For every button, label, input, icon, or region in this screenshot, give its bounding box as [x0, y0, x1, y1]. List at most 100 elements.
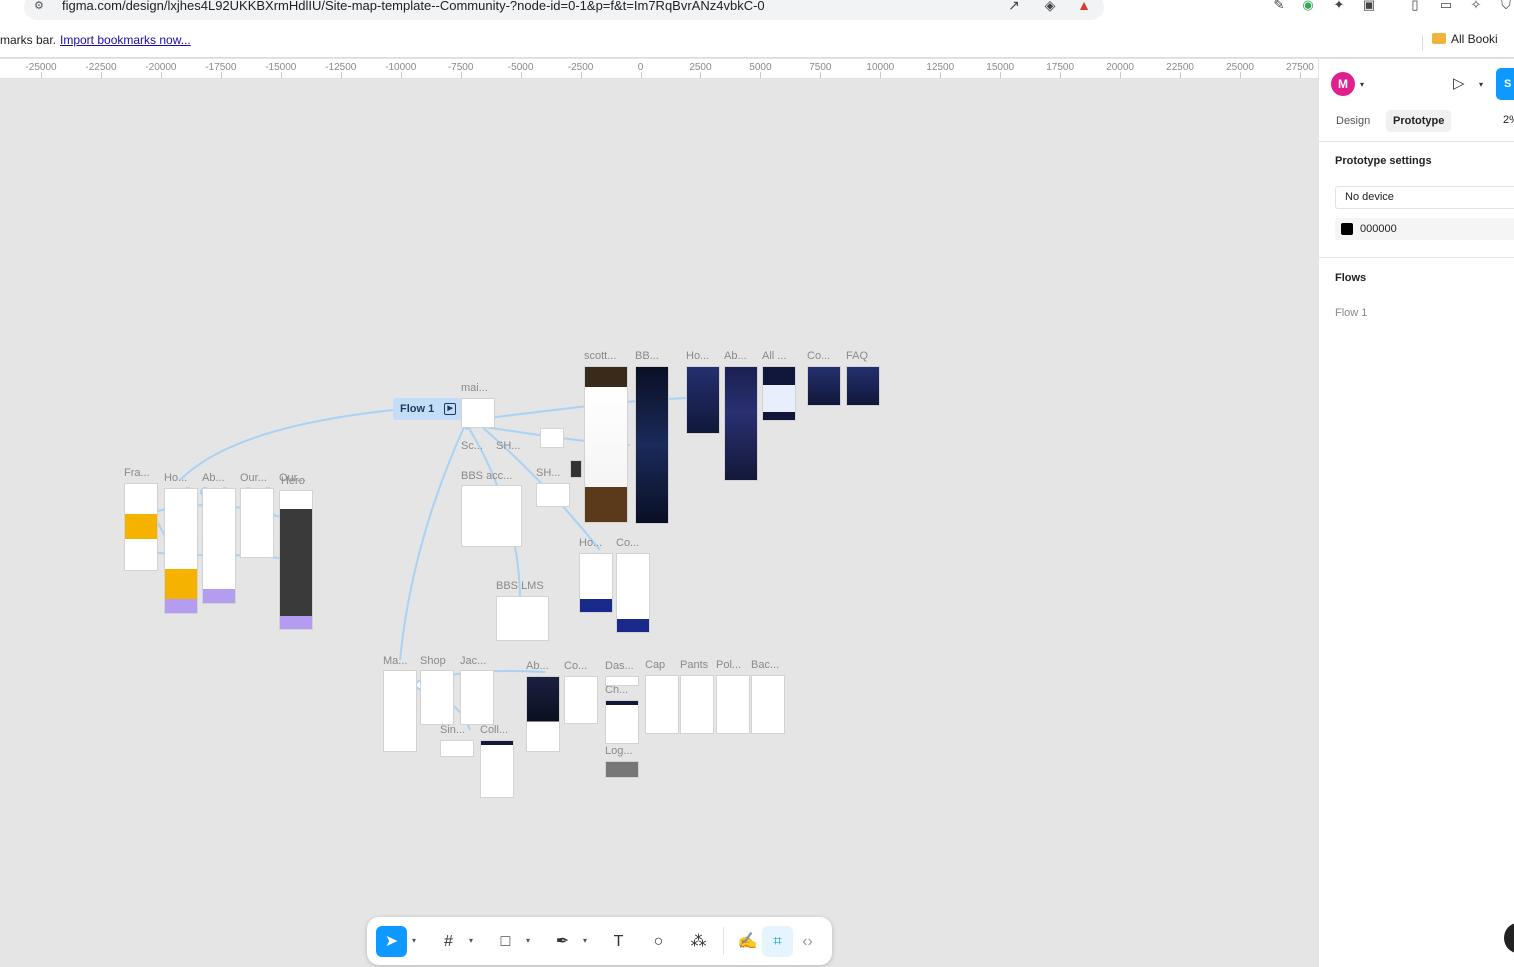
- frame-thumbnail[interactable]: [605, 700, 639, 744]
- frame-thumbnail[interactable]: [279, 490, 313, 630]
- vpn-shield-icon[interactable]: ⛉: [1498, 0, 1514, 13]
- frame-thumbnail[interactable]: [605, 676, 639, 686]
- frame-label[interactable]: Ab...: [526, 660, 549, 672]
- frame-label[interactable]: Co...: [616, 537, 639, 549]
- android-extension-icon[interactable]: ◉: [1300, 0, 1316, 13]
- share-button[interactable]: S: [1496, 68, 1514, 100]
- color-swatch[interactable]: [1341, 223, 1353, 235]
- draw-mode-icon[interactable]: ✍: [732, 926, 763, 957]
- frame-label[interactable]: Das...: [605, 660, 634, 672]
- chevron-down-icon[interactable]: ▾: [526, 936, 530, 945]
- frame-label[interactable]: Our...: [240, 472, 267, 484]
- text-tool-icon[interactable]: T: [603, 926, 634, 957]
- site-settings-icon[interactable]: ⚙: [34, 0, 44, 12]
- background-color-field[interactable]: 000000: [1335, 218, 1514, 240]
- frame-label[interactable]: Sin...: [440, 724, 465, 736]
- frame-label[interactable]: All ...: [762, 350, 786, 362]
- present-play-icon[interactable]: ▷: [1453, 74, 1465, 92]
- frame-label[interactable]: Ho...: [164, 472, 187, 484]
- frame-thumbnail[interactable]: [751, 675, 785, 734]
- import-bookmarks-link[interactable]: Import bookmarks now...: [60, 33, 191, 47]
- frame-thumbnail[interactable]: [420, 670, 454, 725]
- frame-label[interactable]: Ma...: [383, 655, 407, 667]
- background-color-hex[interactable]: 000000: [1360, 223, 1397, 235]
- frame-thumbnail[interactable]: [526, 676, 560, 752]
- frame-label[interactable]: Co...: [807, 350, 830, 362]
- brave-shield-icon[interactable]: ◈: [1042, 0, 1058, 13]
- frame-label[interactable]: Pants: [680, 659, 708, 671]
- present-flow-icon[interactable]: ▶: [444, 403, 457, 415]
- frame-thumbnail[interactable]: [383, 670, 417, 752]
- frame-label[interactable]: Co...: [564, 660, 587, 672]
- tab-design[interactable]: Design: [1329, 110, 1377, 132]
- frame-label[interactable]: BB...: [635, 350, 659, 362]
- frame-thumbnail[interactable]: [480, 740, 514, 798]
- help-button[interactable]: [1504, 923, 1514, 953]
- sidebar-icon[interactable]: ▯: [1407, 0, 1423, 13]
- frame-label[interactable]: Log...: [605, 745, 633, 757]
- flow-list-item[interactable]: Flow 1: [1335, 307, 1367, 319]
- chevron-down-icon[interactable]: ▾: [1360, 80, 1364, 89]
- frame-label[interactable]: mai...: [461, 382, 488, 394]
- frame-thumbnail[interactable]: [807, 366, 841, 406]
- frame-label[interactable]: Ho...: [686, 350, 709, 362]
- frame-label[interactable]: Hero: [281, 475, 305, 487]
- flow-starting-point-tag[interactable]: Flow 1 ▶: [393, 398, 463, 420]
- frame-thumbnail[interactable]: [846, 366, 880, 406]
- frame-thumbnail[interactable]: [616, 553, 650, 633]
- frame-thumbnail[interactable]: [724, 366, 758, 481]
- pen-extension-icon[interactable]: ✎: [1271, 0, 1287, 13]
- frame-label[interactable]: Pol...: [716, 659, 741, 671]
- zoom-level[interactable]: 2%: [1503, 114, 1514, 126]
- frame-label[interactable]: Shop: [420, 655, 446, 667]
- frame-label[interactable]: Coll...: [480, 724, 508, 736]
- frame-thumbnail[interactable]: [461, 485, 522, 547]
- dev-mode-icon[interactable]: ‹›: [792, 926, 823, 957]
- screenshot-extension-icon[interactable]: ▣: [1361, 0, 1377, 13]
- move-tool-icon[interactable]: ➤: [376, 926, 407, 957]
- frame-label[interactable]: Ab...: [202, 472, 225, 484]
- chevron-down-icon[interactable]: ▾: [583, 936, 587, 945]
- frame-label[interactable]: scott...: [584, 350, 616, 362]
- tab-prototype[interactable]: Prototype: [1386, 110, 1452, 132]
- frame-label[interactable]: FAQ: [846, 350, 868, 362]
- frame-thumbnail[interactable]: [564, 676, 598, 724]
- share-page-icon[interactable]: ↗: [1006, 0, 1022, 13]
- frame-thumbnail[interactable]: [460, 670, 494, 725]
- frame-thumbnail[interactable]: [496, 596, 549, 641]
- frame-thumbnail[interactable]: [461, 398, 495, 428]
- rectangle-tool-icon[interactable]: □: [490, 926, 521, 957]
- frame-label[interactable]: BBS acc...: [461, 470, 512, 482]
- wallet-icon[interactable]: ▭: [1438, 0, 1454, 13]
- frame-label[interactable]: Bac...: [751, 659, 779, 671]
- user-avatar[interactable]: M: [1331, 72, 1355, 96]
- frame-label[interactable]: Cap: [645, 659, 665, 671]
- chevron-down-icon[interactable]: ▾: [1479, 80, 1483, 89]
- frame-label[interactable]: BBS LMS: [496, 580, 544, 592]
- comment-tool-icon[interactable]: ○: [643, 926, 674, 957]
- sparkle-icon[interactable]: ✧: [1468, 0, 1484, 13]
- design-canvas[interactable]: Flow 1 ▶ scott... BB... Ho... Ab... All .…: [0, 80, 1318, 967]
- frame-label[interactable]: Ho...: [579, 537, 602, 549]
- pen-tool-icon[interactable]: ✒: [547, 926, 578, 957]
- frame-label[interactable]: SH...: [536, 467, 560, 479]
- frame-tool-icon[interactable]: #: [433, 926, 464, 957]
- frame-thumbnail[interactable]: [680, 675, 714, 734]
- frame-label[interactable]: Sc...: [461, 440, 483, 452]
- puzzle-extension-icon[interactable]: ✦: [1331, 0, 1347, 13]
- chevron-down-icon[interactable]: ▾: [412, 936, 416, 945]
- frame-thumbnail[interactable]: [716, 675, 750, 734]
- prototype-mode-icon[interactable]: ⌗: [762, 926, 793, 957]
- frame-thumbnail[interactable]: [536, 483, 570, 507]
- frame-thumbnail[interactable]: [240, 488, 274, 558]
- frame-thumbnail[interactable]: [584, 366, 628, 523]
- actions-tool-icon[interactable]: ⁂: [683, 926, 714, 957]
- frame-thumbnail[interactable]: [686, 366, 720, 434]
- frame-thumbnail[interactable]: [540, 428, 564, 448]
- frame-thumbnail[interactable]: [635, 366, 669, 524]
- device-select[interactable]: No device: [1335, 186, 1514, 209]
- frame-thumbnail[interactable]: [164, 488, 198, 614]
- brave-rewards-icon[interactable]: ▲: [1076, 0, 1092, 13]
- frame-thumbnail[interactable]: [645, 675, 679, 734]
- frame-thumbnail[interactable]: [605, 761, 639, 778]
